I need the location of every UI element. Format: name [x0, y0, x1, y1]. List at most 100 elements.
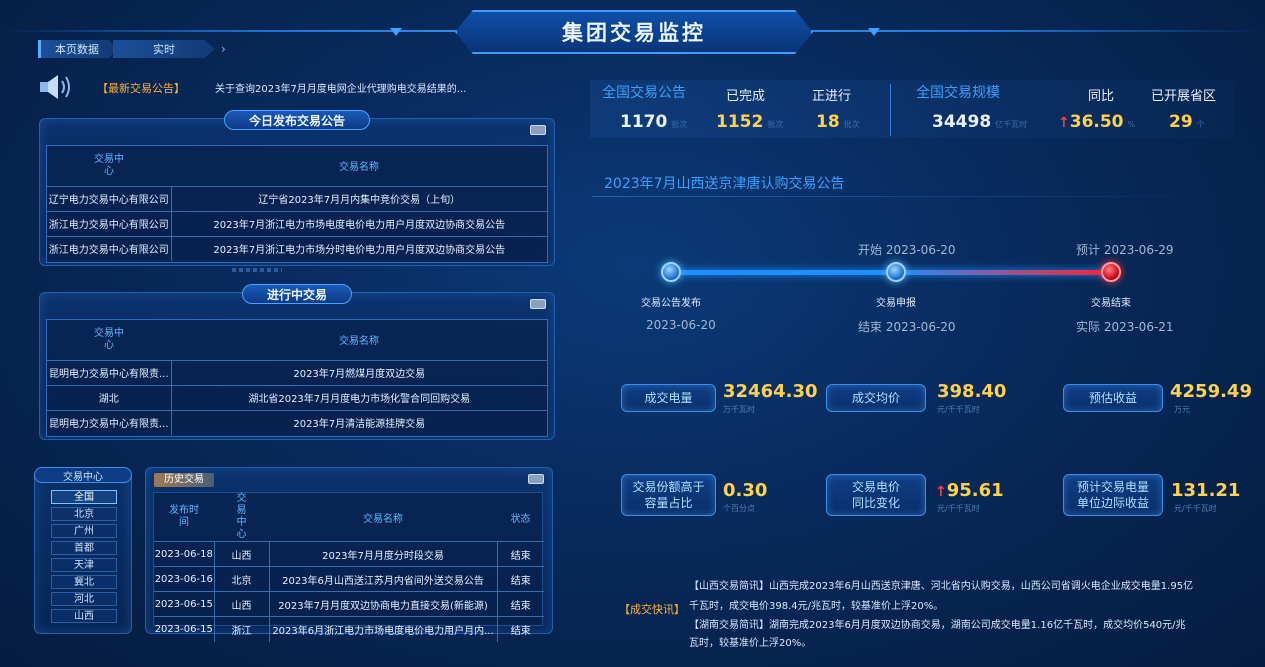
- chevron-right-icon[interactable]: ›: [221, 42, 226, 56]
- cell-name: 2023年6月浙江电力市场电度电价电力用户月内...: [268, 616, 497, 642]
- cell-center: 山西: [213, 541, 269, 567]
- metric-avg-price-label: 成交均价: [826, 384, 926, 412]
- panel-decoration: [232, 268, 282, 272]
- metric-volume-label: 成交电量: [621, 384, 716, 412]
- total-stat: 1170 批次: [620, 112, 687, 132]
- timeline-step-3-actual: 实际 2023-06-21: [1076, 320, 1174, 334]
- cell-center: 浙江电力交易中心有限公司: [47, 210, 171, 236]
- panel-menu-button[interactable]: [530, 125, 546, 135]
- cell-name: 湖北省2023年7月月度电力市场化警合同回购交易: [170, 384, 547, 410]
- timeline-step-1-dot[interactable]: [661, 262, 681, 282]
- col-header-name: 交易名称: [339, 336, 379, 348]
- ongoing-trades-panel: 进行中交易 交易中心 交易名称 昆明电力交易中心有限责... 2023年7月燃煤…: [39, 284, 555, 440]
- cell-name: 2023年6月山西送江苏月内省间外送交易公告: [268, 566, 497, 592]
- provinces-stat: 29 个: [1169, 112, 1205, 132]
- ongoing-unit: 批次: [843, 120, 860, 129]
- table-row[interactable]: 昆明电力交易中心有限责... 2023年7月清洁能源挂牌交易: [47, 409, 547, 435]
- header-wing-right: [868, 28, 880, 36]
- table-row[interactable]: 2023-06-15 山西 2023年7月月度双边协商电力直接交易(新能源) 结…: [154, 591, 544, 617]
- trade-center-item-jibei[interactable]: 冀北: [51, 575, 117, 589]
- scale-value: 34498: [932, 112, 992, 132]
- col-header-center: 交易中心: [94, 153, 124, 177]
- table-row[interactable]: 湖北 湖北省2023年7月月度电力市场化警合同回购交易: [47, 384, 547, 410]
- metric-revenue-unit: 万元: [1174, 405, 1190, 414]
- news-line[interactable]: 千瓦时，成交电价398.4元/兆瓦时，较基准价上浮20%。: [689, 597, 943, 612]
- table-row[interactable]: 浙江电力交易中心有限公司 2023年7月浙江电力市场分时电价电力用户月度双边协商…: [47, 235, 547, 261]
- table-row[interactable]: 浙江电力交易中心有限公司 2023年7月浙江电力市场电度电价电力用户月度双边协商…: [47, 210, 547, 236]
- done-value: 1152: [716, 112, 764, 132]
- cell-center: 昆明电力交易中心有限责...: [47, 409, 171, 435]
- trade-center-item-all[interactable]: 全国: [51, 490, 117, 504]
- announcement-link[interactable]: 关于查询2023年7月月度电网企业代理购电交易结果的...: [215, 80, 466, 95]
- timeline-step-2-dot[interactable]: [886, 262, 906, 282]
- cell-name: 2023年7月浙江电力市场分时电价电力用户月度双边协商交易公告: [170, 235, 547, 261]
- ongoing-panel-title: 进行中交易: [241, 284, 353, 304]
- provinces-label: 已开展省区: [1151, 89, 1217, 104]
- announcement-tag: 【最新交易公告】: [97, 82, 185, 95]
- panel-menu-button[interactable]: [528, 474, 544, 484]
- cell-center: 湖北: [47, 384, 171, 410]
- trade-center-title: 交易中心: [34, 467, 132, 483]
- metric-avg-price-unit: 元/千千瓦时: [937, 405, 980, 414]
- timeline-step-3-dot[interactable]: [1101, 262, 1121, 282]
- panel-menu-button[interactable]: [530, 299, 546, 309]
- done-unit: 批次: [767, 120, 784, 129]
- news-tag: 【成交快讯】: [619, 603, 685, 616]
- trade-center-item-guangzhou[interactable]: 广州: [51, 524, 117, 538]
- metric-share-unit: 个百分点: [723, 504, 755, 513]
- metric-price-change-value: 95.61: [946, 480, 1004, 501]
- today-announcements-panel: 今日发布交易公告 交易中心 交易名称 辽宁电力交易中心有限公司 辽宁省2023年…: [39, 110, 555, 266]
- breadcrumb: 本页数据 实时 ›: [38, 40, 226, 58]
- timeline-step-2-end: 结束 2023-06-20: [858, 320, 956, 334]
- news-line[interactable]: 瓦时，较基准价上浮20%。: [689, 634, 811, 649]
- trade-center-item-shoudu[interactable]: 首都: [51, 541, 117, 555]
- cell-name: 2023年7月月度分时段交易: [268, 541, 497, 567]
- col-header-name: 交易名称: [363, 513, 403, 525]
- provinces-value: 29: [1169, 112, 1193, 132]
- timeline-step-2-label: 交易申报: [876, 298, 916, 309]
- page-title: 集团交易监控: [455, 10, 813, 54]
- cell-name: 2023年7月浙江电力市场电度电价电力用户月度双边协商交易公告: [170, 210, 547, 236]
- trade-center-item-hebei[interactable]: 河北: [51, 592, 117, 606]
- metric-revenue-label: 预估收益: [1063, 384, 1163, 412]
- metric-revenue-value: 4259.49: [1170, 381, 1252, 402]
- breadcrumb-item-realtime[interactable]: 实时: [113, 40, 215, 58]
- metric-price-change: ↑95.61: [935, 480, 1004, 501]
- table-row[interactable]: 2023-06-18 山西 2023年7月月度分时段交易 结束: [154, 541, 544, 567]
- table-row[interactable]: 2023-06-16 北京 2023年6月山西送江苏月内省间外送交易公告 结束: [154, 566, 544, 592]
- cell-name: 2023年7月月度双边协商电力直接交易(新能源): [268, 591, 497, 617]
- table-row[interactable]: 辽宁电力交易中心有限公司 辽宁省2023年7月月内集中竞价交易（上旬）: [47, 185, 547, 211]
- cell-status: 结束: [496, 616, 544, 642]
- cell-time: 2023-06-15: [154, 616, 214, 642]
- trade-center-item-tianjin[interactable]: 天津: [51, 558, 117, 572]
- notice-underline: [592, 196, 1232, 197]
- col-header-name: 交易名称: [339, 162, 379, 174]
- trade-center-item-shanxi[interactable]: 山西: [51, 609, 117, 623]
- cell-center: 北京: [213, 566, 269, 592]
- breadcrumb-item-page-data[interactable]: 本页数据: [38, 40, 117, 58]
- trade-center-item-beijing[interactable]: 北京: [51, 507, 117, 521]
- metric-avg-price-value: 398.40: [937, 381, 1007, 402]
- col-header-center: 交易中心: [94, 327, 124, 351]
- today-table: 交易中心 交易名称 辽宁电力交易中心有限公司 辽宁省2023年7月月内集中竞价交…: [47, 146, 547, 261]
- cell-status: 结束: [496, 566, 544, 592]
- cell-center: 昆明电力交易中心有限责...: [47, 359, 171, 385]
- news-line[interactable]: 【山西交易简讯】山西完成2023年6月山西送京津唐、河北省内认购交易，山西公司省…: [689, 577, 1193, 592]
- scale-label: 全国交易规模: [916, 85, 1000, 101]
- col-header-status: 状态: [510, 513, 531, 525]
- scale-stat: 34498 亿千瓦时: [932, 112, 1027, 132]
- news-line[interactable]: 【湖南交易简讯】湖南完成2023年6月月度双边协商交易，湖南公司成交电量1.16…: [689, 616, 1186, 631]
- cell-center: 山西: [213, 591, 269, 617]
- history-table: 发布时间 交易中心 交易名称 状态 2023-06-18 山西 2023年7月月…: [154, 493, 544, 642]
- notice-title[interactable]: 2023年7月山西送京津唐认购交易公告: [604, 173, 845, 193]
- timeline-step-3-label: 交易结束: [1091, 298, 1131, 309]
- today-panel-title: 今日发布交易公告: [223, 110, 371, 130]
- header-wing-left: [390, 28, 402, 36]
- table-row[interactable]: 2023-06-15 浙江 2023年6月浙江电力市场电度电价电力用户月内...…: [154, 616, 544, 642]
- arrow-up-icon: ↑: [1058, 115, 1070, 131]
- arrow-up-icon: ↑: [935, 484, 947, 500]
- total-unit: 批次: [671, 120, 688, 129]
- cell-time: 2023-06-15: [154, 591, 214, 617]
- timeline-step-2-start: 开始 2023-06-20: [858, 243, 956, 257]
- table-row[interactable]: 昆明电力交易中心有限责... 2023年7月燃煤月度双边交易: [47, 359, 547, 385]
